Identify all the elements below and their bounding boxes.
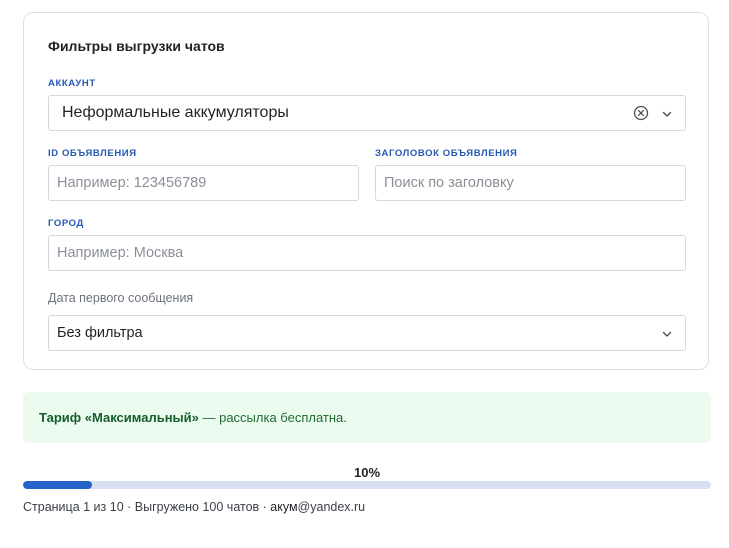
user-name: акум [270,500,298,514]
tariff-name: Тариф «Максимальный» [39,410,199,425]
account-label: АККАУНТ [48,78,96,89]
first-message-date-select[interactable]: Без фильтра [48,315,686,351]
account-select[interactable]: Неформальные аккумуляторы [48,95,686,131]
city-field-box [48,235,686,271]
ad-title-field-box [375,165,686,201]
clear-icon[interactable] [633,105,649,121]
tariff-note: — рассылка бесплатна. [198,410,347,425]
progress-bar-fill [23,481,92,489]
filters-card: Фильтры выгрузки чатов АККАУНТ Неформаль… [23,12,709,370]
tariff-banner: Тариф «Максимальный» — рассылка бесплатн… [23,392,711,443]
progress-percent: 10% [353,465,381,480]
progress-bar [23,481,711,489]
city-label: ГОРОД [48,218,84,229]
first-message-date-label: Дата первого сообщения [48,291,194,305]
export-status: Страница 1 из 10 · Выгружено 100 чатов · [23,500,271,514]
ad-title-input[interactable] [384,175,685,191]
ad-title-label: ЗАГОЛОВОК ОБЪЯВЛЕНИЯ [375,148,518,159]
status-footer: Страница 1 из 10 · Выгружено 100 чатов ·… [23,500,365,514]
user-email-domain: @yandex.ru [297,500,366,514]
account-select-value: Неформальные аккумуляторы [62,104,289,121]
ad-id-input[interactable] [57,175,358,191]
city-input[interactable] [57,245,685,261]
chevron-down-icon[interactable] [661,108,673,120]
ad-id-field-box [48,165,359,201]
ad-id-label: ID ОБЪЯВЛЕНИЯ [48,148,137,159]
filters-title: Фильтры выгрузки чатов [48,38,225,54]
chevron-down-icon[interactable] [661,328,673,340]
first-message-date-value: Без фильтра [57,325,143,341]
